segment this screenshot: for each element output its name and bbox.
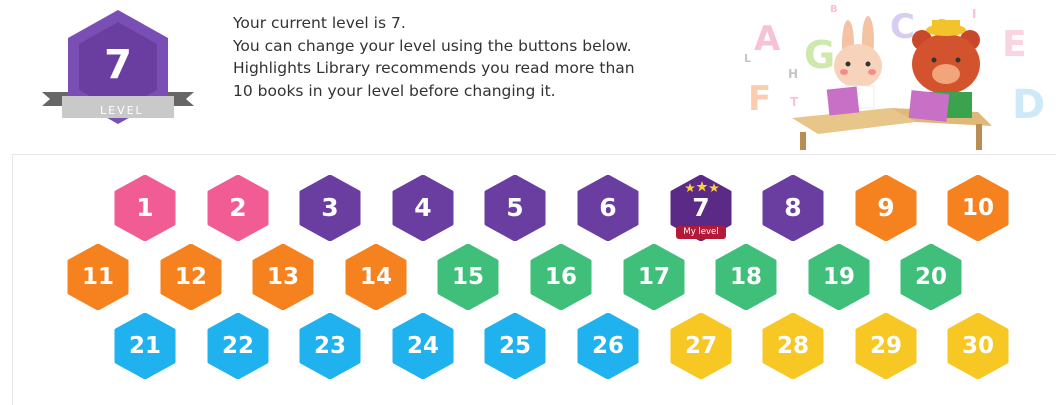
level-button-4[interactable]: 4 (390, 175, 456, 241)
level-button-15[interactable]: 15 (435, 244, 501, 310)
level-number: 8 (784, 193, 802, 222)
level-button-5[interactable]: 5 (482, 175, 548, 241)
rabbit-character (826, 16, 882, 116)
level-button-26[interactable]: 26 (575, 313, 641, 379)
level-button-12[interactable]: 12 (158, 244, 224, 310)
svg-text:H: H (788, 67, 798, 81)
level-number: 27 (684, 333, 717, 359)
level-button-30[interactable]: 30 (945, 313, 1011, 379)
level-number: 29 (869, 333, 902, 359)
level-number: 20 (914, 264, 947, 290)
level-button-19[interactable]: 19 (806, 244, 872, 310)
level-button-9[interactable]: 9 (853, 175, 919, 241)
level-number: 24 (406, 333, 439, 359)
level-number: 21 (128, 333, 161, 359)
letter-d: D (1012, 82, 1045, 128)
level-number: 6 (599, 193, 617, 222)
level-number: 15 (451, 264, 484, 290)
level-label: LEVEL (100, 104, 144, 117)
level-number: 30 (961, 333, 994, 359)
level-button-14[interactable]: 14 (343, 244, 409, 310)
level-message: Your current level is 7. You can change … (233, 12, 753, 102)
level-number: 5 (506, 193, 524, 222)
svg-text:L: L (744, 52, 751, 65)
level-number: 11 (81, 264, 114, 290)
level-button-22[interactable]: 22 (205, 313, 271, 379)
level-button-28[interactable]: 28 (760, 313, 826, 379)
level-number: 1 (136, 193, 154, 222)
message-line-1: Your current level is 7. (233, 14, 406, 32)
level-number: 25 (498, 333, 531, 359)
level-button-29[interactable]: 29 (853, 313, 919, 379)
letter-c: C (890, 7, 915, 47)
level-button-3[interactable]: 3 (297, 175, 363, 241)
level-button-18[interactable]: 18 (713, 244, 779, 310)
svg-text:B: B (830, 4, 838, 15)
letter-e: E (1002, 24, 1027, 65)
level-button-1[interactable]: 1 (112, 175, 178, 241)
level-button-2[interactable]: 2 (205, 175, 271, 241)
level-number: 3 (321, 193, 339, 222)
level-button-23[interactable]: 23 (297, 313, 363, 379)
level-number: 12 (174, 264, 207, 290)
level-number: 19 (822, 264, 855, 290)
letter-g: G (804, 33, 835, 77)
level-button-20[interactable]: 20 (898, 244, 964, 310)
level-button-25[interactable]: 25 (482, 313, 548, 379)
level-number: 28 (776, 333, 809, 359)
level-number: 23 (313, 333, 346, 359)
reading-animals-illustration: F A G C E D H P I T L B (740, 0, 1056, 152)
level-button-6[interactable]: 6 (575, 175, 641, 241)
letter-a: A (754, 19, 781, 59)
level-button-8[interactable]: 8 (760, 175, 826, 241)
message-line-4: 10 books in your level before changing i… (233, 81, 556, 100)
level-badge: 7 LEVEL (40, 6, 196, 126)
current-level-stars-icon (682, 180, 722, 194)
current-level-number: 7 (104, 42, 132, 88)
level-button-21[interactable]: 21 (112, 313, 178, 379)
svg-text:T: T (790, 95, 799, 109)
my-level-tag: My level (676, 226, 726, 239)
level-button-13[interactable]: 13 (250, 244, 316, 310)
level-button-10[interactable]: 10 (945, 175, 1011, 241)
level-button-17[interactable]: 17 (621, 244, 687, 310)
letter-f: F (748, 79, 771, 119)
level-number: 4 (414, 193, 432, 222)
level-number: 2 (229, 193, 247, 222)
bear-character (908, 20, 980, 122)
level-button-16[interactable]: 16 (528, 244, 594, 310)
level-number: 14 (359, 264, 392, 290)
level-button-24[interactable]: 24 (390, 313, 456, 379)
message-line-3: Highlights Library recommends you read m… (233, 59, 635, 77)
level-button-27[interactable]: 27 (668, 313, 734, 379)
message-line-2: You can change your level using the butt… (233, 36, 632, 55)
level-number: 17 (637, 264, 670, 290)
level-number: 9 (877, 193, 895, 222)
level-number: 10 (961, 195, 994, 221)
level-number: 18 (729, 264, 762, 290)
level-button-11[interactable]: 11 (65, 244, 131, 310)
level-number: 16 (544, 264, 577, 290)
svg-text:I: I (972, 7, 976, 21)
level-number: 13 (266, 264, 299, 290)
level-number: 22 (221, 333, 254, 359)
level-number: 26 (591, 333, 624, 359)
